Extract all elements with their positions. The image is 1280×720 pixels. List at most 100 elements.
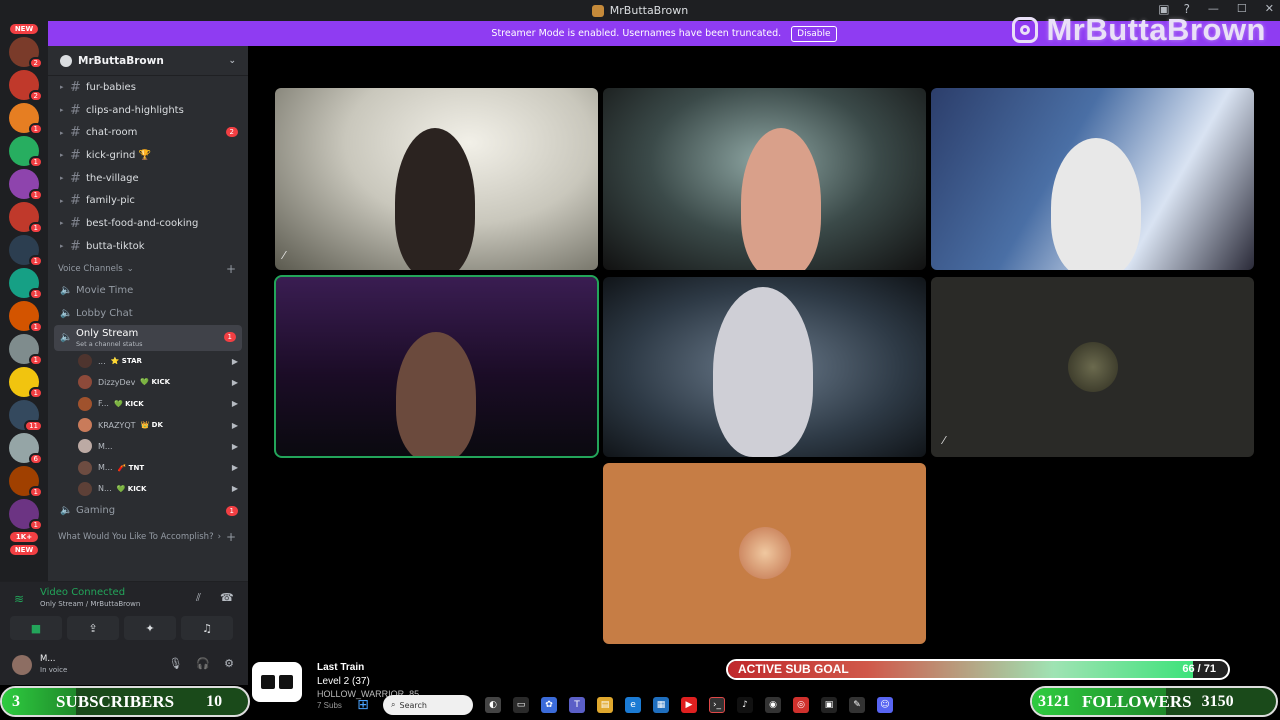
subscribers-start: 3 — [12, 692, 20, 710]
text-channel-item[interactable]: ▸ # butta-tiktok — [48, 235, 248, 258]
last-train-title: Last Train — [317, 662, 365, 673]
voice-user[interactable]: M... ▶ — [48, 436, 248, 457]
channel-status[interactable]: Set a channel status — [76, 340, 143, 348]
avatar — [78, 460, 92, 475]
disconnect-icon[interactable]: ☎ — [220, 591, 234, 604]
server-icon[interactable]: 1 — [9, 367, 43, 399]
taskbar-search[interactable]: ⌕ Search — [383, 695, 473, 715]
microphone-icon[interactable]: 🎙 — [168, 657, 182, 670]
server-icon[interactable]: 6 — [9, 433, 43, 465]
connection-location[interactable]: Only Stream / MrButtaBrown — [40, 600, 140, 608]
video-tile-6-camera-off[interactable]: ⁄ — [931, 277, 1254, 457]
text-channel-item[interactable]: ▸ # chat-room 2 — [48, 121, 248, 144]
server-icon[interactable]: 1 — [9, 499, 43, 531]
user-tag: 💚 KICK — [113, 399, 144, 408]
obs-icon[interactable]: ◉ — [765, 697, 781, 713]
noise-suppression-icon[interactable]: ⫽ — [196, 591, 201, 605]
text-channel-item[interactable]: ▸ # the-village — [48, 167, 248, 190]
chevron-right-icon: ▸ — [60, 128, 64, 137]
text-channel-item[interactable]: ▸ # clips-and-highlights — [48, 99, 248, 122]
youtube-icon[interactable]: ▶ — [681, 697, 697, 713]
chevron-down-icon: ⌄ — [126, 263, 134, 274]
soundboard-button[interactable]: ♫ — [181, 616, 233, 640]
store-icon[interactable]: ▦ — [653, 697, 669, 713]
hash-icon: # — [70, 147, 81, 163]
subscribers-target: 10 — [206, 692, 223, 710]
video-tile-4-speaking[interactable] — [274, 275, 599, 458]
unread-badge: 2 — [28, 57, 43, 69]
server-icon[interactable]: 1 — [9, 466, 43, 498]
voice-channels-section[interactable]: Voice Channels ⌄ + — [48, 258, 248, 280]
server-icon[interactable]: 1 — [9, 136, 43, 168]
disable-streamer-mode-button[interactable]: Disable — [791, 25, 837, 42]
voice-user-name: M... — [98, 463, 113, 473]
voice-user[interactable]: KRAZYQT 👑 DK ▶ — [48, 414, 248, 435]
search-icon: ⌕ — [391, 700, 396, 709]
accomplish-section[interactable]: What Would You Like To Accomplish? › + — [48, 526, 248, 548]
windows-start-icon[interactable]: ⊞ — [355, 697, 371, 713]
voice-user[interactable]: M... 🧨 TNT ▶ — [48, 457, 248, 478]
voice-channel-lobby-chat[interactable]: 🔈 Lobby Chat — [48, 302, 248, 325]
server-icon[interactable]: 1 — [9, 268, 43, 300]
voice-user[interactable]: DizzyDev 💚 KICK ▶ — [48, 372, 248, 393]
voice-connection-panel: ≋ Video Connected Only Stream / MrButtaB… — [0, 581, 248, 645]
voice-channel-only-stream[interactable]: 🔈 Only Stream Set a channel status 1 — [54, 324, 242, 351]
server-icon[interactable]: 1 — [9, 334, 43, 366]
voice-user[interactable]: N... 💚 KICK ▶ — [48, 478, 248, 499]
server-icon[interactable]: 1 — [9, 301, 43, 333]
server-icon[interactable]: 2 — [9, 37, 43, 69]
app-icon[interactable]: ◎ — [793, 697, 809, 713]
text-channel-item[interactable]: ▸ # fur-babies — [48, 76, 248, 99]
channel-label: butta-tiktok — [86, 240, 145, 252]
gear-icon[interactable]: ⚙ — [224, 657, 234, 670]
terminal-icon[interactable]: ›_ — [709, 697, 725, 713]
voice-user[interactable]: ... ⭐ STAR ▶ — [48, 351, 248, 372]
taskbar: ⊞ ⌕ Search ◐ ▭ ✿ T ▤ e ▦ ▶ ›_ ♪ ◉ ◎ ▣ ✎ … — [355, 692, 945, 718]
video-tile-1[interactable]: ⁄ — [275, 88, 598, 270]
widgets-icon[interactable]: ◐ — [485, 697, 501, 713]
server-icon[interactable]: 1 — [9, 103, 43, 135]
avatar[interactable] — [12, 655, 32, 675]
avatar — [78, 354, 92, 369]
server-icon[interactable]: 1 — [9, 235, 43, 267]
voice-channel-movie-time[interactable]: 🔈 Movie Time — [48, 280, 248, 303]
server-icon[interactable]: 1 — [9, 169, 43, 201]
voice-user[interactable]: F... 💚 KICK ▶ — [48, 393, 248, 414]
file-explorer-icon[interactable]: ▤ — [597, 697, 613, 713]
voice-channel-gaming[interactable]: 🔈 Gaming 1 — [48, 500, 248, 523]
teams-icon[interactable]: T — [569, 697, 585, 713]
video-icon: ▶ — [231, 399, 238, 409]
followers-label: FOLLOWERS — [1082, 691, 1192, 711]
video-tile-7-camera-off[interactable] — [603, 463, 926, 644]
text-channel-item[interactable]: ▸ # kick-grind 🏆 — [48, 144, 248, 167]
copilot-icon[interactable]: ✿ — [541, 697, 557, 713]
edge-icon[interactable]: e — [625, 697, 641, 713]
chevron-down-icon[interactable]: ⌄ — [228, 56, 236, 66]
speaker-icon: 🔈 — [60, 505, 73, 517]
server-header[interactable]: MrButtaBrown ⌄ — [48, 46, 248, 76]
activity-button[interactable]: ✦ — [124, 616, 176, 640]
signal-icon[interactable]: ≋ — [14, 592, 24, 606]
server-icon[interactable]: 11 — [9, 400, 43, 432]
discord-icon[interactable]: ☺ — [877, 697, 893, 713]
channel-label: family-pic — [86, 195, 135, 207]
tiktok-icon[interactable]: ♪ — [737, 697, 753, 713]
add-channel-icon[interactable]: + — [226, 530, 236, 544]
server-icon[interactable]: 1 — [9, 202, 43, 234]
task-view-icon[interactable]: ▭ — [513, 697, 529, 713]
camera-button[interactable]: ■ — [10, 616, 62, 640]
notepad-icon[interactable]: ✎ — [849, 697, 865, 713]
game-icon[interactable]: ▣ — [821, 697, 837, 713]
video-tile-5[interactable] — [603, 277, 926, 457]
video-icon: ▶ — [231, 441, 238, 451]
user-name: M... — [40, 654, 56, 664]
video-tile-3[interactable] — [931, 88, 1254, 270]
close-button[interactable]: ✕ — [1265, 2, 1274, 15]
add-channel-icon[interactable]: + — [226, 262, 236, 276]
text-channel-item[interactable]: ▸ # family-pic — [48, 189, 248, 212]
screen-share-button[interactable]: ⇪ — [67, 616, 119, 640]
text-channel-item[interactable]: ▸ # best-food-and-cooking — [48, 212, 248, 235]
video-tile-2[interactable] — [603, 88, 926, 270]
headphones-icon[interactable]: 🎧 — [196, 657, 210, 670]
server-icon[interactable]: 2 — [9, 70, 43, 102]
